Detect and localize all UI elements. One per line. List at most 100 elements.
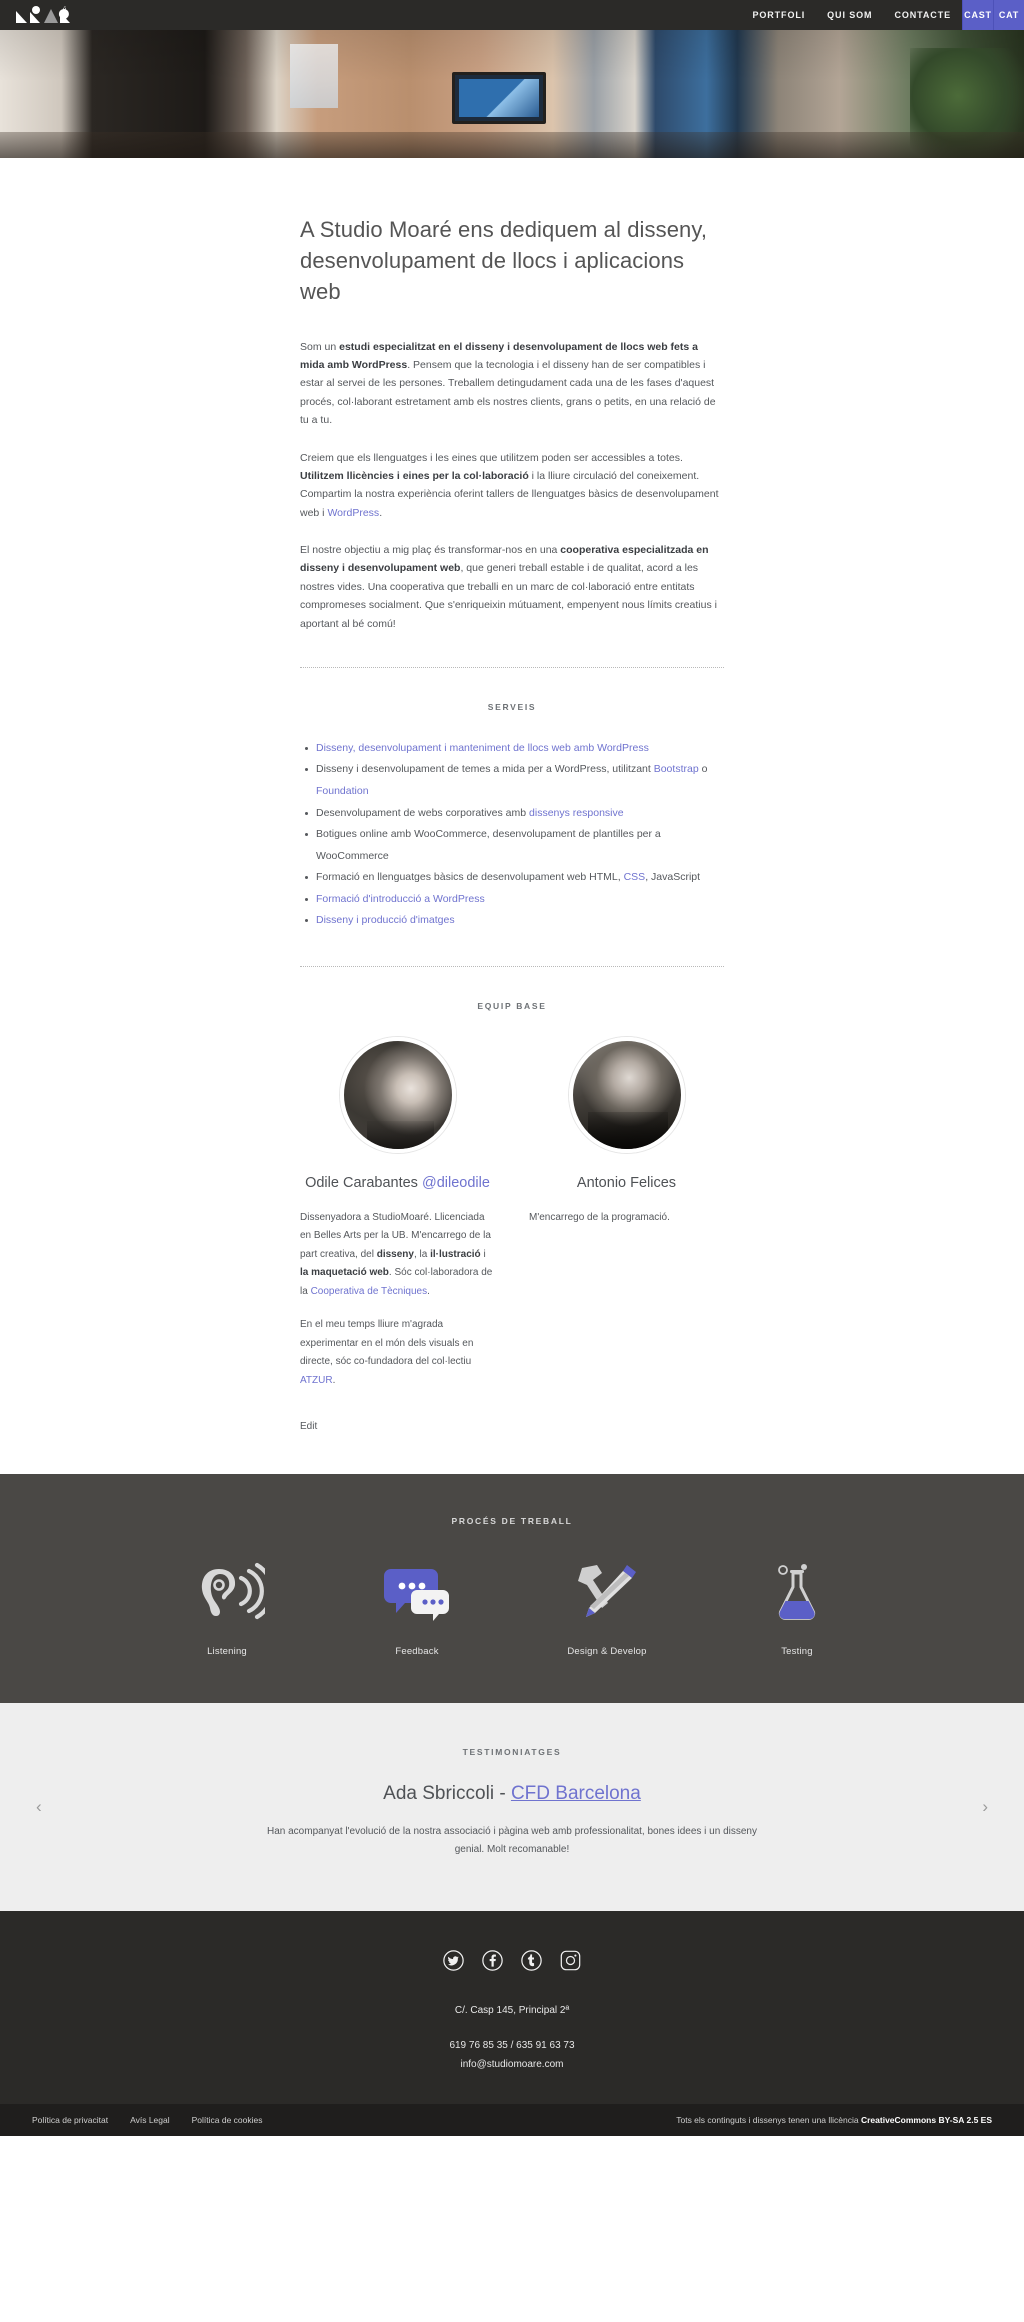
footer-email-link[interactable]: info@studiomoare.com	[461, 2059, 564, 2070]
copyright-text: Tots els continguts i dissenys tenen una…	[676, 2115, 861, 2126]
service-text: Desenvolupament de webs corporatives amb	[316, 806, 530, 819]
legal-link-cookies[interactable]: Política de cookies	[192, 2115, 263, 2125]
intro-p2-lead: Creiem que els llenguatges i les eines q…	[300, 451, 683, 464]
bio-text: M'encarrego de la programació.	[529, 1211, 670, 1223]
nav-item-contacte[interactable]: CONTACTE	[883, 0, 962, 30]
testimonial-separator: -	[494, 1783, 511, 1805]
edit-link[interactable]: Edit	[300, 1421, 317, 1432]
service-link[interactable]: Disseny i producció d'imatges	[316, 914, 455, 926]
bio-strong-illustracio: il·lustració	[430, 1248, 481, 1260]
facebook-icon[interactable]	[482, 1949, 504, 1971]
hero-office-photo	[0, 30, 1024, 158]
service-link[interactable]: Disseny, desenvolupament i manteniment d…	[316, 742, 649, 754]
intro-p2-strong: Utilitzem llicències i eines per la col·…	[300, 469, 529, 482]
process-label: Design & Develop	[567, 1646, 647, 1658]
instagram-icon[interactable]	[560, 1949, 582, 1971]
testimonials-section: ‹ › TESTIMONIATGES Ada Sbriccoli - CFD B…	[0, 1703, 1024, 1912]
service-link[interactable]: dissenys responsive	[529, 807, 624, 819]
tumblr-icon[interactable]	[521, 1949, 543, 1971]
service-item: Botigues online amb WooCommerce, desenvo…	[305, 824, 724, 867]
testimonials-kicker: TESTIMONIATGES	[462, 1747, 562, 1758]
avatar	[568, 1036, 685, 1153]
process-label: Feedback	[395, 1646, 439, 1658]
bio-text: i	[480, 1248, 486, 1260]
service-link[interactable]: Formació d'introducció a WordPress	[316, 893, 485, 905]
service-link[interactable]: Bootstrap	[654, 763, 699, 775]
service-item: Formació en llenguatges bàsics de desenv…	[305, 867, 724, 889]
testimonial-author-name: Ada Sbriccoli	[383, 1783, 495, 1805]
testimonial-organisation-link[interactable]: CFD Barcelona	[511, 1783, 641, 1804]
footer-phones: 619 76 85 35 / 635 91 63 73	[449, 2040, 575, 2052]
hero-window	[290, 44, 338, 108]
main-menu: PORTFOLI QUI SOM CONTACTE CAST CAT	[741, 0, 1024, 30]
testimonial-next-arrow[interactable]: ›	[982, 1797, 988, 1817]
nav-item-qui-som[interactable]: QUI SOM	[816, 0, 883, 30]
service-text: o	[698, 763, 708, 776]
member-bio-1: Dissenyadora a StudioMoaré. Llicenciada …	[300, 1209, 495, 1302]
process-grid: Listening Feedback Design & Develop Test…	[132, 1552, 892, 1657]
bio-text: .	[427, 1285, 430, 1297]
service-item: Disseny, desenvolupament i manteniment d…	[305, 738, 724, 760]
site-footer: C/. Casp 145, Principal 2ª 619 76 85 35 …	[0, 1911, 1024, 2105]
divider-team	[300, 965, 724, 967]
hero-monitor	[452, 72, 546, 124]
cooperativa-tecniques-link[interactable]: Cooperativa de Tècniques	[311, 1286, 428, 1297]
legal-link-privacy[interactable]: Política de privacitat	[32, 2115, 108, 2125]
social-links	[0, 1949, 1024, 1971]
hero-desk	[0, 132, 1024, 158]
avatar	[339, 1036, 456, 1153]
process-label: Testing	[781, 1646, 813, 1658]
service-link[interactable]: CSS	[624, 871, 646, 883]
services-kicker: SERVEIS	[487, 701, 537, 712]
testimonial-prev-arrow[interactable]: ‹	[36, 1797, 42, 1817]
member-name: Antonio Felices	[529, 1175, 724, 1191]
license-name: CreativeCommons BY-SA 2.5 ES	[860, 2115, 992, 2126]
language-switch-cast[interactable]: CAST	[962, 0, 993, 30]
service-item: Desenvolupament de webs corporatives amb…	[305, 803, 724, 825]
service-text: , JavaScript	[645, 871, 701, 884]
flask-icon	[702, 1552, 892, 1630]
bio-strong-maquetacio: la maquetació web	[300, 1267, 389, 1279]
wordpress-link[interactable]: WordPress	[327, 507, 379, 519]
process-item-design-develop: Design & Develop	[512, 1552, 702, 1657]
process-item-testing: Testing	[702, 1552, 892, 1657]
process-kicker: PROCÉS DE TREBALL	[451, 1516, 573, 1527]
legal-link-notice[interactable]: Avís Legal	[130, 2115, 170, 2125]
member-bio-2: En el meu temps lliure m'agrada experime…	[300, 1316, 495, 1390]
service-item: Disseny i desenvolupament de temes a mid…	[305, 759, 724, 802]
service-item: Formació d'introducció a WordPress	[305, 889, 724, 911]
bio-strong-disseny: disseny	[376, 1248, 414, 1260]
site-logo[interactable]: é	[0, 0, 90, 30]
service-item: Disseny i producció d'imatges	[305, 910, 724, 932]
twitter-icon[interactable]	[443, 1949, 465, 1971]
intro-paragraph-2: Creiem que els llenguatges i les eines q…	[300, 449, 724, 523]
service-link[interactable]: Foundation	[316, 785, 369, 797]
ear-listening-icon	[132, 1552, 322, 1630]
legal-bar: Política de privacitat Avís Legal Políti…	[0, 2104, 1024, 2137]
footer-address: C/. Casp 145, Principal 2ª	[454, 2005, 570, 2017]
team-kicker: EQUIP BASE	[477, 1000, 547, 1011]
services-list: Disseny, desenvolupament i manteniment d…	[302, 738, 724, 932]
process-item-listening: Listening	[132, 1552, 322, 1657]
svg-text:é: é	[63, 5, 66, 13]
language-switch-cat[interactable]: CAT	[993, 0, 1024, 30]
page-title: A Studio Moaré ens dediquem al disseny, …	[300, 217, 708, 305]
intro-p2-end: .	[379, 506, 383, 519]
nav-item-portfoli[interactable]: PORTFOLI	[741, 0, 816, 30]
bio-text: En el meu temps lliure m'agrada experime…	[300, 1319, 474, 1368]
service-text: Botigues online amb WooCommerce, desenvo…	[316, 828, 661, 862]
service-text: Disseny i desenvolupament de temes a mid…	[316, 763, 654, 776]
hammer-pencil-icon	[512, 1552, 702, 1630]
process-label: Listening	[207, 1646, 247, 1658]
bio-text: , la	[413, 1248, 431, 1260]
bio-text: .	[332, 1374, 336, 1386]
divider-services	[300, 666, 724, 668]
top-navigation-bar: é PORTFOLI QUI SOM CONTACTE CAST CAT	[0, 0, 1024, 30]
intro-section: A Studio Moaré ens dediquem al disseny, …	[0, 158, 1024, 633]
process-section: PROCÉS DE TREBALL Listening Feedback Des…	[0, 1474, 1024, 1704]
footer-email: info@studiomoare.com	[0, 2055, 1024, 2074]
twitter-handle-link[interactable]: @dileodile	[422, 1175, 490, 1191]
atzur-link[interactable]: ATZUR	[300, 1375, 333, 1386]
legal-links: Política de privacitat Avís Legal Políti…	[32, 2115, 263, 2125]
speech-bubbles-icon	[322, 1552, 512, 1630]
